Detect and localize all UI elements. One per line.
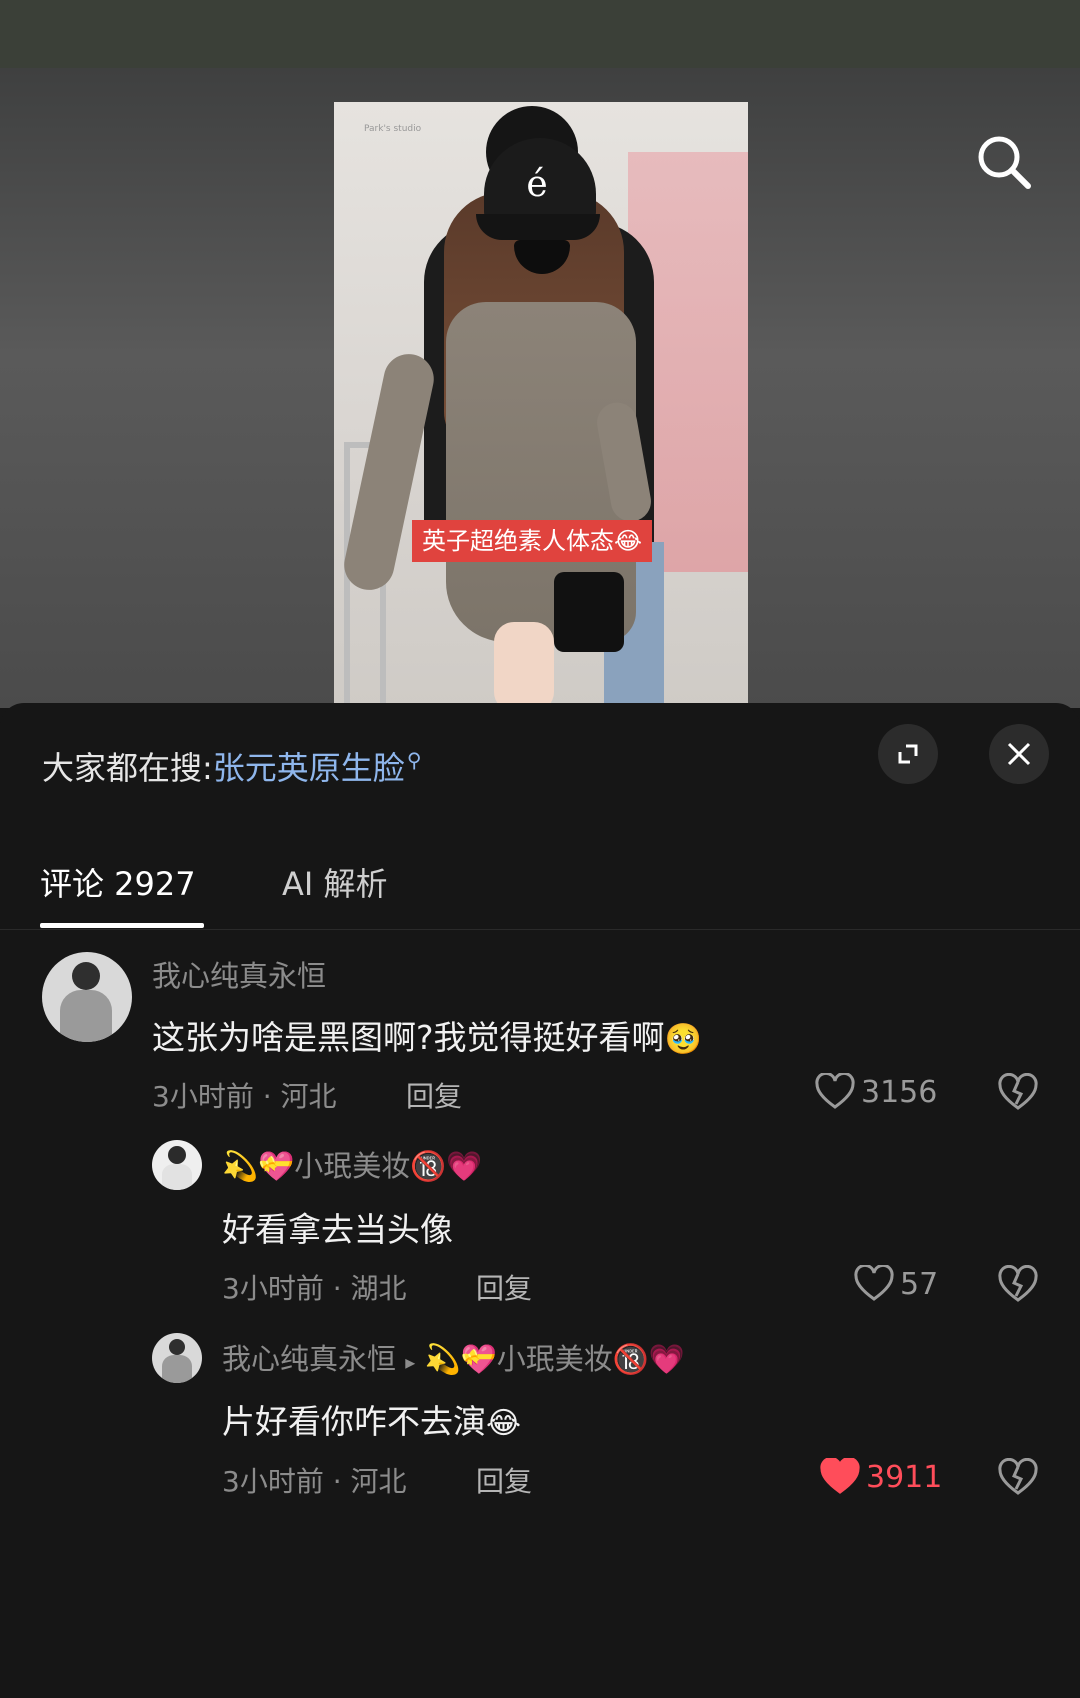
dislike-button[interactable] (998, 1457, 1038, 1498)
tab-ai-analysis[interactable]: AI 解析 (282, 859, 388, 905)
laughing-emoji: 😂 (486, 1406, 522, 1441)
close-button[interactable] (989, 724, 1049, 784)
reply-text: 片好看你咋不去演😂 (222, 1402, 522, 1441)
hot-search-label: 大家都在搜: (42, 749, 213, 787)
reply-meta: 3小时前 · 湖北 (222, 1272, 407, 1305)
like-count: 57 (900, 1266, 939, 1302)
reply-username[interactable]: 我心纯真永恒 ▸ 💫💝小珉美妆🔞💗 (222, 1336, 685, 1378)
mini-search-icon: ⚲ (406, 748, 422, 773)
watermark: Park's studio (364, 124, 422, 134)
hot-search-bar[interactable]: 大家都在搜:张元英原生脸 ⚲ (42, 743, 421, 789)
avatar[interactable] (152, 1333, 202, 1383)
dislike-button[interactable] (998, 1264, 1038, 1305)
search-button[interactable] (970, 128, 1040, 198)
dislike-button[interactable] (998, 1072, 1038, 1113)
reply-to-username: 小珉美妆 (496, 1342, 613, 1376)
like-count: 3911 (866, 1459, 943, 1495)
reply-meta: 3小时前 · 河北 (222, 1465, 407, 1498)
video-frame: é Park's studio 英子超绝素人体态😂 (334, 102, 748, 708)
comment-meta: 3小时前 · 河北 (152, 1080, 337, 1113)
heart-icon (854, 1265, 894, 1301)
username-emoji-prefix: 💫💝 (424, 1342, 497, 1376)
status-bar-area (0, 0, 1080, 68)
reply-text: 好看拿去当头像 (222, 1210, 453, 1249)
cap-logo: é (526, 164, 548, 205)
video-player[interactable]: é Park's studio 英子超绝素人体态😂 (0, 68, 1080, 708)
comment-username[interactable]: 我心纯真永恒 (152, 953, 326, 995)
reply-username[interactable]: 💫💝小珉美妆🔞💗 (222, 1143, 482, 1185)
username-emoji-prefix: 💫💝 (222, 1149, 295, 1183)
dislike-icon (998, 1072, 1038, 1110)
tab-comments[interactable]: 评论 2927 (40, 859, 196, 905)
dislike-icon (998, 1264, 1038, 1302)
avatar[interactable] (42, 952, 132, 1042)
search-icon (978, 136, 1031, 189)
hot-search-term[interactable]: 张元英原生脸 (213, 749, 405, 787)
avatar[interactable] (152, 1140, 202, 1190)
username-emoji-suffix: 🔞💗 (612, 1342, 685, 1376)
like-count: 3156 (861, 1074, 938, 1110)
pleading-face-emoji: 🥹 (664, 1022, 702, 1057)
comment-panel: 大家都在搜:张元英原生脸 ⚲ 评论 2927 AI 解析 我心纯真永恒 这张为啥是… (0, 703, 1080, 1698)
close-icon (1007, 742, 1031, 766)
tab-active-indicator (40, 923, 204, 928)
heart-icon (815, 1073, 855, 1109)
reply-button[interactable]: 回复 (476, 1267, 532, 1307)
reply-arrow-icon: ▸ (405, 1350, 416, 1374)
like-button[interactable]: 57 (854, 1265, 938, 1303)
tab-bar: 评论 2927 AI 解析 (0, 833, 1080, 930)
username-emoji-suffix: 🔞💗 (410, 1149, 483, 1183)
expand-button[interactable] (878, 724, 938, 784)
comment-text: 这张为啥是黑图啊?我觉得挺好看啊🥹 (152, 1018, 702, 1057)
heart-icon (820, 1458, 860, 1494)
like-button[interactable]: 3911 (820, 1458, 942, 1496)
video-caption: 英子超绝素人体态😂 (412, 520, 653, 562)
like-button[interactable]: 3156 (815, 1073, 937, 1111)
reply-button[interactable]: 回复 (406, 1075, 462, 1115)
expand-icon (898, 744, 918, 764)
reply-button[interactable]: 回复 (476, 1460, 532, 1500)
dislike-icon (998, 1457, 1038, 1495)
